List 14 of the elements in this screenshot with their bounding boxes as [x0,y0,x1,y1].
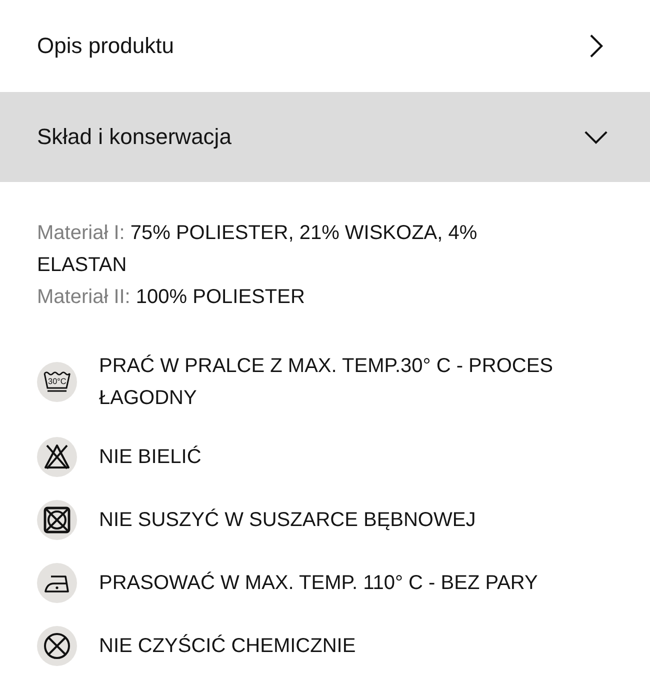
chevron-right-icon [589,34,604,58]
washtub-icon: 30°C [37,362,77,402]
care-instruction: PRASOWAĆ W MAX. TEMP. 110° C - BEZ PARY [99,570,538,596]
care-instruction: PRAĆ W PRALCE Z MAX. TEMP.30° C - PROCES ŁAGODNY [99,354,554,411]
material-composition: Materiał I: 75% POLIESTER, 21% WISKOZA, 4% ELASTAN [37,221,478,278]
care-instruction: NIE BIELIĆ [99,444,202,470]
crossed-circle-icon [37,626,77,666]
care-instruction: NIE SUSZYĆ W SUSZARCE BĘBNOWEJ [99,508,476,533]
material-composition: Materiał II: 100% POLIESTER [37,285,306,310]
chevron-down-icon [584,130,608,144]
accordion-header[interactable]: Skład i konserwacja [0,92,650,182]
crossed-square-circle-icon [37,500,77,540]
care-instruction: NIE CZYŚCIĆ CHEMICZNIE [99,633,356,659]
iron-icon [37,563,77,603]
